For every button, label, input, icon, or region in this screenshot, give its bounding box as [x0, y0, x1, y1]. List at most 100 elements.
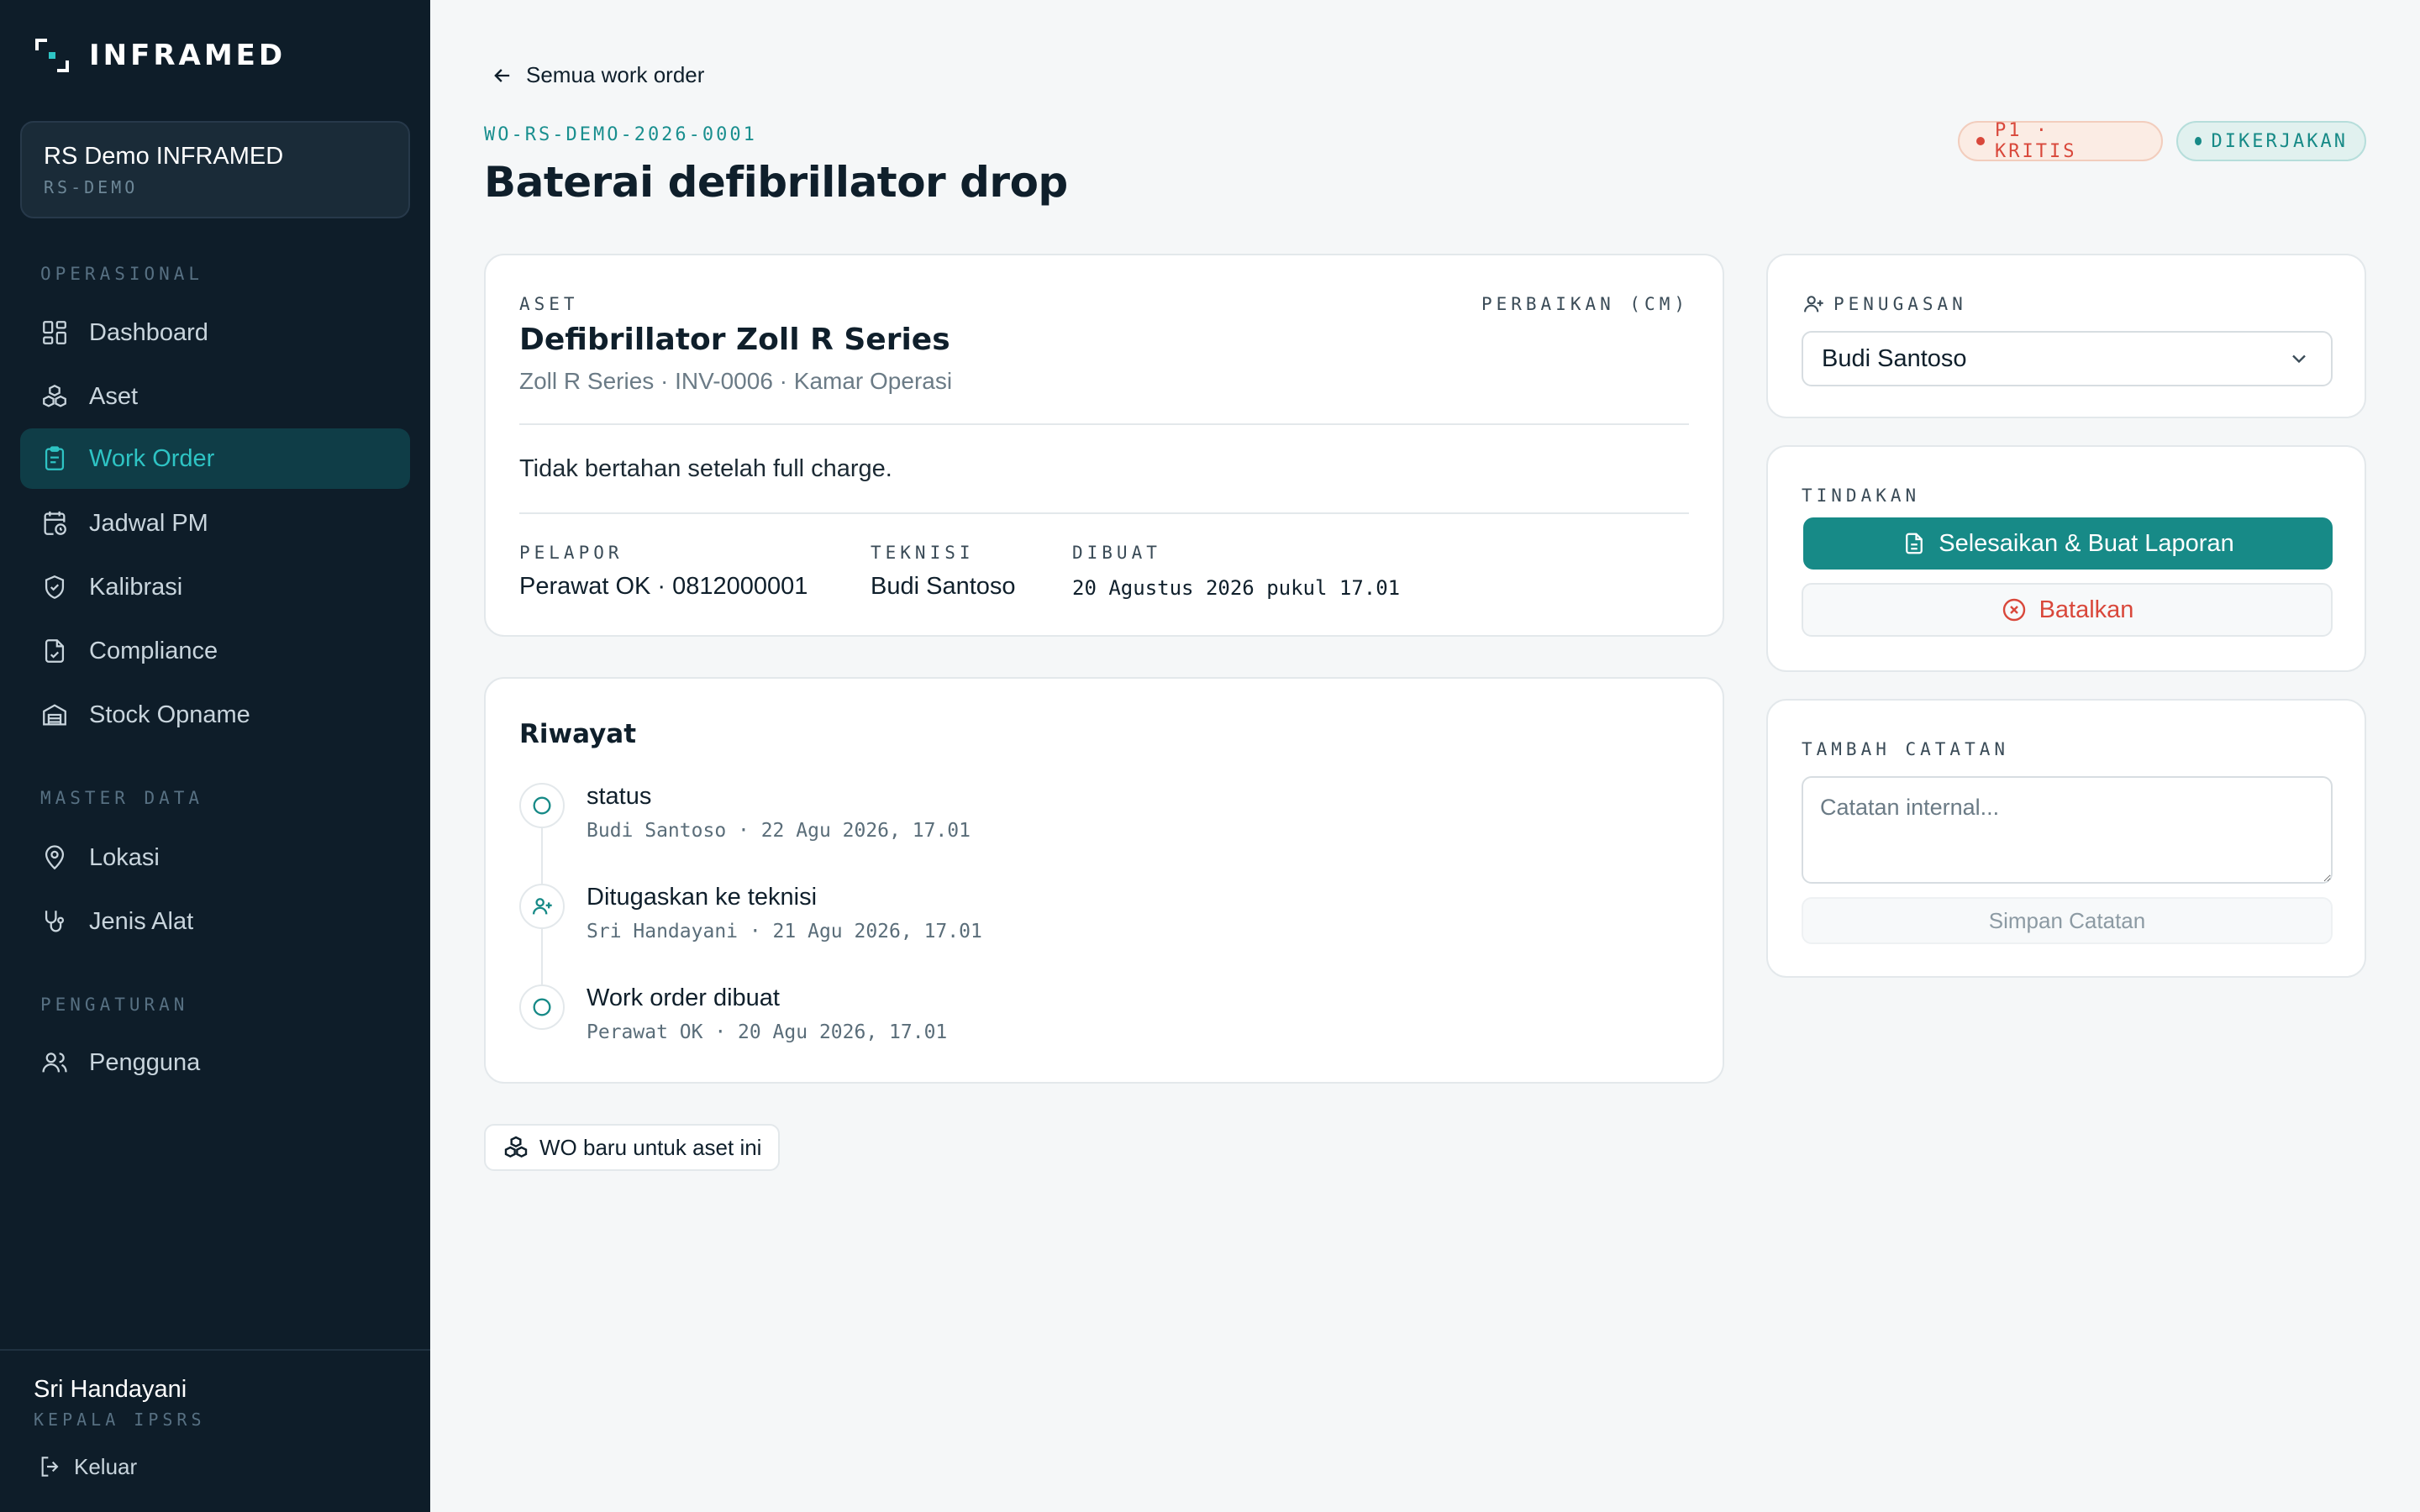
- status-dot: [2195, 137, 2202, 145]
- cancel-label: Batalkan: [2039, 596, 2134, 623]
- sidebar-item-label: Jenis Alat: [89, 907, 194, 935]
- priority-badge-label: P1 · KRITIS: [1994, 120, 2077, 162]
- logout-icon: [41, 1457, 59, 1477]
- back-link[interactable]: Semua work order: [491, 62, 704, 88]
- timeline-item-title: Ditugaskan ke teknisi: [587, 884, 818, 911]
- page-title: Baterai defibrillator drop: [484, 158, 1068, 207]
- technician-value: Budi Santoso: [871, 573, 1016, 600]
- asset-section-label: ASET: [519, 294, 579, 314]
- timeline-item-meta: Perawat OK · 20 Agu 2026, 17.01: [587, 1021, 948, 1043]
- sidebar-item-stock-opname[interactable]: Stock Opname: [20, 685, 410, 745]
- boxes-icon: [43, 384, 66, 407]
- note-card: TAMBAH CATATAN Simpan Catatan: [1766, 699, 2366, 978]
- org-switcher[interactable]: RS Demo INFRAMED RS-DEMO: [20, 121, 410, 218]
- created-field: DIBUAT 20 Agustus 2026 pukul 17.01: [1072, 543, 1400, 600]
- sidebar-item-kalibrasi[interactable]: Kalibrasi: [20, 557, 410, 617]
- back-link-label: Semua work order: [526, 62, 705, 87]
- technician-select[interactable]: Budi Santoso: [1802, 331, 2333, 386]
- sidebar-footer: Sri Handayani KEPALA IPSRS Keluar: [0, 1349, 430, 1512]
- asset-description: Tidak bertahan setelah full charge.: [519, 455, 892, 482]
- work-type-label: PERBAIKAN (CM): [1481, 294, 1689, 314]
- sidebar-item-jenis-alat[interactable]: Jenis Alat: [20, 891, 410, 952]
- history-card: Riwayat status Budi Santoso · 22 Agu 202…: [484, 677, 1724, 1084]
- clipboard-icon: [45, 446, 65, 470]
- assignment-header: PENUGASAN: [1802, 292, 1967, 316]
- file-text-icon: [1906, 533, 1923, 554]
- sidebar-item-jadwal-pm[interactable]: Jadwal PM: [20, 493, 410, 554]
- sidebar-item-work-order[interactable]: Work Order: [20, 428, 410, 489]
- x-circle-icon: [2002, 598, 2025, 622]
- logout-label: Keluar: [74, 1453, 138, 1479]
- users-icon: [42, 1053, 67, 1073]
- shield-check-icon: [45, 575, 65, 599]
- technician-select-value: Budi Santoso: [1822, 344, 1967, 372]
- reporter-field: PELAPOR Perawat OK · 0812000001: [519, 543, 808, 601]
- work-order-code: WO-RS-DEMO-2026-0001: [484, 124, 757, 145]
- arrow-left-icon: [494, 68, 510, 82]
- sidebar-item-label: Kalibrasi: [89, 573, 183, 601]
- save-note-button[interactable]: Simpan Catatan: [1802, 897, 2333, 944]
- chevron-down-icon: [2292, 354, 2306, 364]
- cancel-button[interactable]: Batalkan: [1802, 583, 2333, 637]
- circle-icon: [519, 984, 565, 1030]
- sidebar-item-label: Pengguna: [89, 1048, 201, 1076]
- created-label: DIBUAT: [1072, 543, 1161, 563]
- brand-name: INFRAMED: [89, 39, 287, 72]
- created-value: 20 Agustus 2026 pukul 17.01: [1072, 576, 1401, 600]
- note-label: TAMBAH CATATAN: [1802, 739, 2010, 759]
- file-check-icon: [45, 639, 65, 663]
- sidebar-item-label: Lokasi: [89, 843, 160, 871]
- user-role: KEPALA IPSRS: [34, 1410, 206, 1430]
- assignment-card: PENUGASAN Budi Santoso: [1766, 254, 2366, 418]
- sidebar-item-label: Stock Opname: [89, 701, 250, 728]
- status-badge-label: DIKERJAKAN: [2211, 130, 2348, 152]
- sidebar-item-label: Compliance: [89, 637, 218, 664]
- reporter-label: PELAPOR: [519, 543, 623, 563]
- priority-dot: [1976, 137, 1985, 145]
- section-label-operasional: OPERASIONAL: [40, 264, 204, 284]
- user-plus-icon: [1804, 296, 1823, 312]
- calendar-clock-icon: [44, 511, 66, 535]
- complete-report-button[interactable]: Selesaikan & Buat Laporan: [1803, 517, 2333, 570]
- asset-card: ASET PERBAIKAN (CM) Defibrillator Zoll R…: [484, 254, 1724, 637]
- actions-label: TINDAKAN: [1802, 486, 1921, 506]
- sidebar-item-lokasi[interactable]: Lokasi: [20, 827, 410, 888]
- complete-report-label: Selesaikan & Buat Laporan: [1939, 529, 2234, 557]
- status-badge: DIKERJAKAN: [2176, 121, 2366, 161]
- note-input[interactable]: [1802, 776, 2333, 884]
- sidebar-item-label: Aset: [89, 382, 139, 410]
- sidebar: INFRAMED RS Demo INFRAMED RS-DEMO OPERAS…: [0, 0, 430, 1512]
- new-work-order-label: WO baru untuk aset ini: [539, 1134, 762, 1160]
- dashboard-icon: [43, 321, 66, 344]
- reporter-value: Perawat OK · 0812000001: [519, 573, 808, 600]
- user-plus-icon: [519, 884, 565, 929]
- section-label-pengaturan: PENGATURAN: [40, 995, 189, 1015]
- timeline-item-title: Work order dibuat: [587, 984, 780, 1011]
- sidebar-item-compliance[interactable]: Compliance: [20, 621, 410, 681]
- logout-button[interactable]: Keluar: [37, 1453, 137, 1480]
- asset-name[interactable]: Defibrillator Zoll R Series: [519, 323, 950, 357]
- history-title: Riwayat: [519, 719, 637, 749]
- sidebar-item-pengguna[interactable]: Pengguna: [20, 1032, 410, 1093]
- divider: [519, 512, 1689, 514]
- circle-icon: [519, 783, 565, 828]
- timeline-item-title: status: [587, 783, 652, 810]
- asset-subtitle: Zoll R Series · INV-0006 · Kamar Operasi: [519, 368, 953, 394]
- section-label-master-data: MASTER DATA: [40, 788, 204, 808]
- brand[interactable]: INFRAMED: [34, 37, 286, 74]
- warehouse-icon: [43, 704, 66, 726]
- stethoscope-icon: [45, 911, 65, 932]
- priority-badge: P1 · KRITIS: [1958, 120, 2163, 162]
- org-name: RS Demo INFRAMED: [44, 143, 284, 170]
- sidebar-item-dashboard[interactable]: Dashboard: [20, 302, 410, 363]
- frame-logo-icon: [34, 37, 71, 74]
- map-pin-icon: [45, 845, 65, 870]
- boxes-icon: [504, 1136, 528, 1158]
- new-work-order-button[interactable]: WO baru untuk aset ini: [484, 1124, 781, 1171]
- actions-card: TINDAKAN Selesaikan & Buat Laporan Batal…: [1766, 445, 2366, 672]
- sidebar-item-label: Dashboard: [89, 318, 208, 346]
- assignment-label: PENUGASAN: [1833, 294, 1967, 314]
- sidebar-item-aset[interactable]: Aset: [20, 366, 410, 427]
- sidebar-item-label: Work Order: [89, 444, 215, 472]
- divider: [519, 423, 1689, 425]
